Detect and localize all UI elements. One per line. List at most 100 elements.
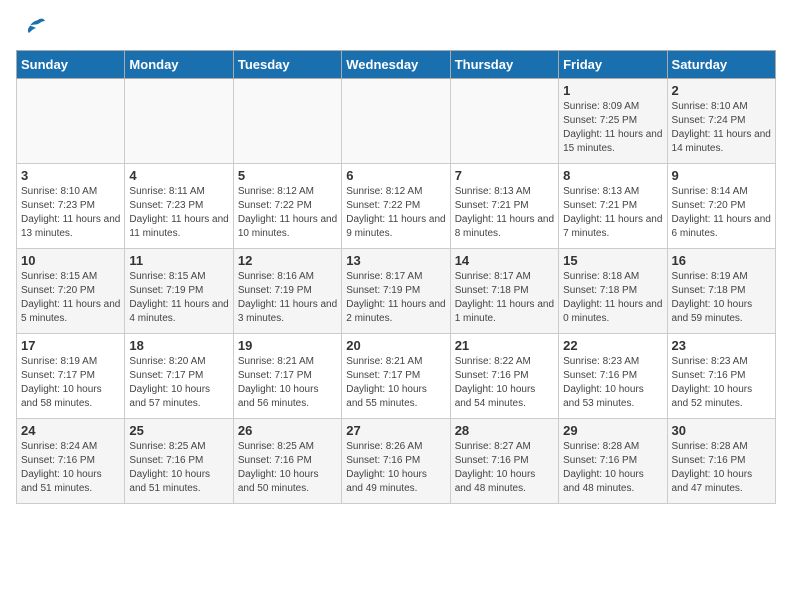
day-number: 15 [563,253,662,268]
calendar-body: 1 Sunrise: 8:09 AM Sunset: 7:25 PM Daylig… [17,79,776,504]
day-number: 14 [455,253,554,268]
day-info: Sunrise: 8:12 AM Sunset: 7:22 PM Dayligh… [238,185,337,241]
day-number: 3 [21,168,120,183]
day-info: Sunrise: 8:27 AM Sunset: 7:16 PM Dayligh… [455,440,554,496]
day-number: 27 [346,423,445,438]
day-info: Sunrise: 8:14 AM Sunset: 7:20 PM Dayligh… [672,185,771,241]
day-number: 17 [21,338,120,353]
calendar-cell: 6 Sunrise: 8:12 AM Sunset: 7:22 PM Daylig… [342,164,450,249]
calendar-cell: 17 Sunrise: 8:19 AM Sunset: 7:17 PM Dayli… [17,334,125,419]
week-row-3: 17 Sunrise: 8:19 AM Sunset: 7:17 PM Dayli… [17,334,776,419]
header-saturday: Saturday [667,51,775,79]
day-info: Sunrise: 8:17 AM Sunset: 7:19 PM Dayligh… [346,270,445,326]
day-number: 24 [21,423,120,438]
calendar-cell: 26 Sunrise: 8:25 AM Sunset: 7:16 PM Dayli… [233,419,341,504]
calendar-cell: 5 Sunrise: 8:12 AM Sunset: 7:22 PM Daylig… [233,164,341,249]
day-info: Sunrise: 8:16 AM Sunset: 7:19 PM Dayligh… [238,270,337,326]
calendar-cell: 13 Sunrise: 8:17 AM Sunset: 7:19 PM Dayli… [342,249,450,334]
day-number: 30 [672,423,771,438]
day-info: Sunrise: 8:28 AM Sunset: 7:16 PM Dayligh… [672,440,771,496]
day-number: 4 [129,168,228,183]
calendar-cell: 8 Sunrise: 8:13 AM Sunset: 7:21 PM Daylig… [559,164,667,249]
day-number: 5 [238,168,337,183]
week-row-1: 3Sunrise: 8:10 AM Sunset: 7:23 PM Daylig… [17,164,776,249]
day-info: Sunrise: 8:23 AM Sunset: 7:16 PM Dayligh… [563,355,662,411]
calendar-cell: 18 Sunrise: 8:20 AM Sunset: 7:17 PM Dayli… [125,334,233,419]
header-tuesday: Tuesday [233,51,341,79]
calendar-cell: 11 Sunrise: 8:15 AM Sunset: 7:19 PM Dayli… [125,249,233,334]
calendar-cell: 20 Sunrise: 8:21 AM Sunset: 7:17 PM Dayli… [342,334,450,419]
calendar-cell: 19 Sunrise: 8:21 AM Sunset: 7:17 PM Dayli… [233,334,341,419]
day-number: 28 [455,423,554,438]
day-number: 23 [672,338,771,353]
calendar-cell: 24 Sunrise: 8:24 AM Sunset: 7:16 PM Dayli… [17,419,125,504]
header-wednesday: Wednesday [342,51,450,79]
day-info: Sunrise: 8:25 AM Sunset: 7:16 PM Dayligh… [129,440,228,496]
header-sunday: Sunday [17,51,125,79]
calendar-cell [342,79,450,164]
calendar-cell: 9 Sunrise: 8:14 AM Sunset: 7:20 PM Daylig… [667,164,775,249]
day-info: Sunrise: 8:21 AM Sunset: 7:17 PM Dayligh… [346,355,445,411]
day-number: 6 [346,168,445,183]
calendar-cell: 23 Sunrise: 8:23 AM Sunset: 7:16 PM Dayli… [667,334,775,419]
day-number: 10 [21,253,120,268]
calendar-cell: 16Sunrise: 8:19 AM Sunset: 7:18 PM Dayli… [667,249,775,334]
day-number: 20 [346,338,445,353]
calendar-cell [233,79,341,164]
day-info: Sunrise: 8:20 AM Sunset: 7:17 PM Dayligh… [129,355,228,411]
logo [16,16,46,40]
calendar-cell: 25Sunrise: 8:25 AM Sunset: 7:16 PM Dayli… [125,419,233,504]
calendar-header: SundayMondayTuesdayWednesdayThursdayFrid… [17,51,776,79]
calendar-cell [125,79,233,164]
day-info: Sunrise: 8:21 AM Sunset: 7:17 PM Dayligh… [238,355,337,411]
calendar-table: SundayMondayTuesdayWednesdayThursdayFrid… [16,50,776,504]
calendar-cell: 15 Sunrise: 8:18 AM Sunset: 7:18 PM Dayli… [559,249,667,334]
day-number: 21 [455,338,554,353]
day-info: Sunrise: 8:28 AM Sunset: 7:16 PM Dayligh… [563,440,662,496]
day-info: Sunrise: 8:13 AM Sunset: 7:21 PM Dayligh… [455,185,554,241]
day-info: Sunrise: 8:23 AM Sunset: 7:16 PM Dayligh… [672,355,771,411]
header-friday: Friday [559,51,667,79]
day-number: 26 [238,423,337,438]
day-info: Sunrise: 8:25 AM Sunset: 7:16 PM Dayligh… [238,440,337,496]
week-row-4: 24 Sunrise: 8:24 AM Sunset: 7:16 PM Dayli… [17,419,776,504]
calendar-cell: 27 Sunrise: 8:26 AM Sunset: 7:16 PM Dayli… [342,419,450,504]
day-number: 29 [563,423,662,438]
day-number: 18 [129,338,228,353]
day-number: 13 [346,253,445,268]
header [16,16,776,40]
day-info: Sunrise: 8:24 AM Sunset: 7:16 PM Dayligh… [21,440,120,496]
logo-bird-icon [18,16,46,46]
day-info: Sunrise: 8:09 AM Sunset: 7:25 PM Dayligh… [563,100,662,156]
day-number: 19 [238,338,337,353]
day-info: Sunrise: 8:18 AM Sunset: 7:18 PM Dayligh… [563,270,662,326]
calendar-cell: 7Sunrise: 8:13 AM Sunset: 7:21 PM Daylig… [450,164,558,249]
calendar-cell: 12Sunrise: 8:16 AM Sunset: 7:19 PM Dayli… [233,249,341,334]
day-number: 16 [672,253,771,268]
day-number: 1 [563,83,662,98]
day-info: Sunrise: 8:12 AM Sunset: 7:22 PM Dayligh… [346,185,445,241]
calendar-cell: 3Sunrise: 8:10 AM Sunset: 7:23 PM Daylig… [17,164,125,249]
day-number: 22 [563,338,662,353]
calendar-cell: 21Sunrise: 8:22 AM Sunset: 7:16 PM Dayli… [450,334,558,419]
day-info: Sunrise: 8:13 AM Sunset: 7:21 PM Dayligh… [563,185,662,241]
calendar-cell: 28 Sunrise: 8:27 AM Sunset: 7:16 PM Dayli… [450,419,558,504]
day-number: 2 [672,83,771,98]
day-info: Sunrise: 8:15 AM Sunset: 7:19 PM Dayligh… [129,270,228,326]
day-info: Sunrise: 8:11 AM Sunset: 7:23 PM Dayligh… [129,185,228,241]
day-info: Sunrise: 8:15 AM Sunset: 7:20 PM Dayligh… [21,270,120,326]
day-number: 8 [563,168,662,183]
calendar-cell: 22 Sunrise: 8:23 AM Sunset: 7:16 PM Dayli… [559,334,667,419]
calendar-cell: 30 Sunrise: 8:28 AM Sunset: 7:16 PM Dayli… [667,419,775,504]
week-row-2: 10 Sunrise: 8:15 AM Sunset: 7:20 PM Dayli… [17,249,776,334]
day-number: 9 [672,168,771,183]
calendar-cell: 29 Sunrise: 8:28 AM Sunset: 7:16 PM Dayli… [559,419,667,504]
day-number: 11 [129,253,228,268]
calendar-cell: 1 Sunrise: 8:09 AM Sunset: 7:25 PM Daylig… [559,79,667,164]
day-info: Sunrise: 8:26 AM Sunset: 7:16 PM Dayligh… [346,440,445,496]
day-info: Sunrise: 8:19 AM Sunset: 7:17 PM Dayligh… [21,355,120,411]
calendar-cell: 4 Sunrise: 8:11 AM Sunset: 7:23 PM Daylig… [125,164,233,249]
calendar-cell: 2Sunrise: 8:10 AM Sunset: 7:24 PM Daylig… [667,79,775,164]
calendar-cell: 14Sunrise: 8:17 AM Sunset: 7:18 PM Dayli… [450,249,558,334]
header-monday: Monday [125,51,233,79]
